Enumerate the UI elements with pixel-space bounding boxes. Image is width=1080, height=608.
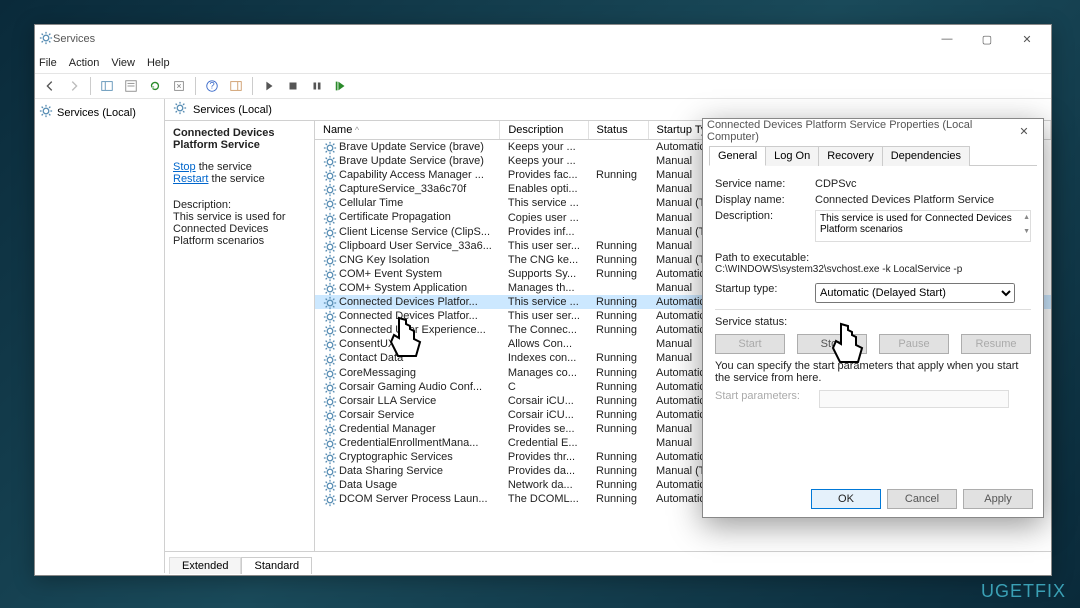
- cancel-button[interactable]: Cancel: [887, 489, 957, 509]
- toolbar: ?: [35, 73, 1051, 99]
- display-name-label: Display name:: [715, 194, 815, 206]
- minimize-button[interactable]: —: [927, 25, 967, 53]
- pause-button[interactable]: Pause: [879, 334, 949, 354]
- start-params-input: [819, 390, 1009, 408]
- tab-standard[interactable]: Standard: [241, 557, 312, 574]
- titlebar[interactable]: Services — ▢ ✕: [35, 25, 1051, 53]
- forward-button[interactable]: [63, 75, 85, 97]
- tab-general[interactable]: General: [709, 146, 766, 166]
- restart-service-button[interactable]: [330, 75, 352, 97]
- action-pane-button[interactable]: [225, 75, 247, 97]
- nav-tree: Services (Local): [35, 99, 165, 573]
- gear-icon: [173, 101, 187, 118]
- export-button[interactable]: [168, 75, 190, 97]
- window-title: Services: [53, 33, 927, 45]
- services-app-icon: [39, 31, 53, 48]
- show-hide-tree-button[interactable]: [96, 75, 118, 97]
- col-name[interactable]: Name: [315, 121, 500, 140]
- help-button[interactable]: ?: [201, 75, 223, 97]
- service-name-label: Service name:: [715, 178, 815, 190]
- nav-services-local-label: Services (Local): [57, 107, 136, 119]
- description-box[interactable]: This service is used for Connected Devic…: [815, 210, 1031, 242]
- maximize-button[interactable]: ▢: [967, 25, 1007, 53]
- help-text: You can specify the start parameters tha…: [715, 360, 1031, 384]
- ok-button[interactable]: OK: [811, 489, 881, 509]
- dialog-close-button[interactable]: ✕: [1009, 120, 1039, 142]
- pause-service-button[interactable]: [306, 75, 328, 97]
- gear-icon: [39, 104, 53, 121]
- menu-help[interactable]: Help: [147, 57, 170, 69]
- description-label: Description:: [173, 199, 306, 211]
- back-button[interactable]: [39, 75, 61, 97]
- path-value: C:\WINDOWS\system32\svchost.exe -k Local…: [715, 264, 1031, 275]
- col-description[interactable]: Description: [500, 121, 588, 140]
- menu-action[interactable]: Action: [69, 57, 100, 69]
- menu-bar: File Action View Help: [35, 53, 1051, 73]
- refresh-button[interactable]: [144, 75, 166, 97]
- menu-file[interactable]: File: [39, 57, 57, 69]
- stop-button[interactable]: Stop: [797, 334, 867, 354]
- close-button[interactable]: ✕: [1007, 25, 1047, 53]
- restart-link[interactable]: Restart: [173, 173, 208, 185]
- tab-extended[interactable]: Extended: [169, 557, 241, 574]
- service-name-value: CDPSvc: [815, 178, 1031, 190]
- properties-button[interactable]: [120, 75, 142, 97]
- dialog-title: Connected Devices Platform Service Prope…: [707, 119, 1009, 143]
- menu-view[interactable]: View: [111, 57, 135, 69]
- detail-panel: Connected Devices Platform Service Stop …: [165, 121, 315, 551]
- tab-logon[interactable]: Log On: [765, 146, 819, 166]
- col-status[interactable]: Status: [588, 121, 648, 140]
- path-label: Path to executable:: [715, 252, 1031, 264]
- svg-text:?: ?: [209, 81, 214, 92]
- content-title: Services (Local): [193, 104, 272, 116]
- start-params-label: Start parameters:: [715, 390, 815, 408]
- tab-dependencies[interactable]: Dependencies: [882, 146, 970, 166]
- startup-type-select[interactable]: Automatic (Delayed Start): [815, 283, 1015, 303]
- description-label: Description:: [715, 210, 815, 242]
- nav-services-local[interactable]: Services (Local): [39, 103, 160, 122]
- resume-button[interactable]: Resume: [961, 334, 1031, 354]
- selected-service-name: Connected Devices Platform Service: [173, 127, 274, 151]
- display-name-value: Connected Devices Platform Service: [815, 194, 1031, 206]
- watermark: UGETFIX: [981, 581, 1066, 602]
- service-properties-dialog: Connected Devices Platform Service Prope…: [702, 118, 1044, 518]
- stop-service-button[interactable]: [282, 75, 304, 97]
- start-button[interactable]: Start: [715, 334, 785, 354]
- service-status-label: Service status:: [715, 316, 815, 328]
- stop-link[interactable]: Stop: [173, 161, 196, 173]
- tab-recovery[interactable]: Recovery: [818, 146, 882, 166]
- apply-button[interactable]: Apply: [963, 489, 1033, 509]
- startup-type-label: Startup type:: [715, 283, 815, 303]
- start-service-button[interactable]: [258, 75, 280, 97]
- description-text: This service is used for Connected Devic…: [173, 211, 306, 247]
